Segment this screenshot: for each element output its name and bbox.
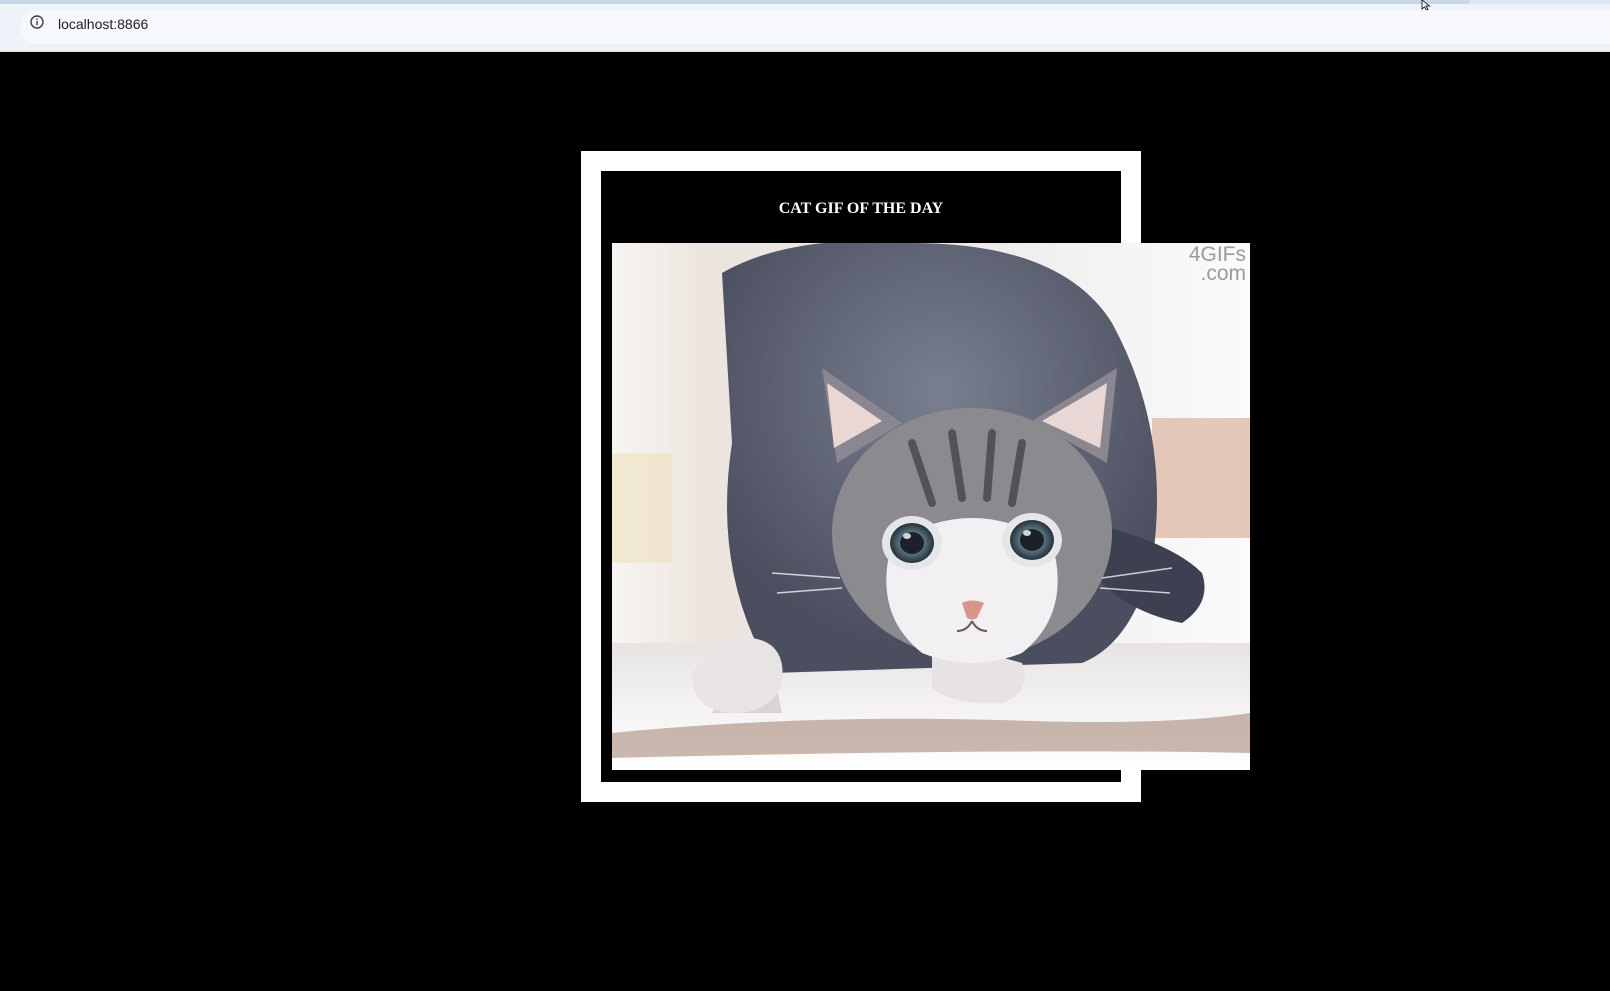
image-watermark: 4GIFs .com [1189, 244, 1246, 285]
cat-illustration [612, 243, 1250, 770]
watermark-line2: .com [1200, 262, 1246, 285]
info-circle-icon[interactable] [30, 15, 44, 29]
card-title: CAT GIF OF THE DAY [778, 200, 944, 217]
mouse-pointer-icon [1421, 0, 1431, 10]
url-text[interactable]: localhost:8866 [58, 16, 148, 32]
browser-address-bar: localhost:8866 [0, 4, 1610, 52]
cat-gif-image: 4GIFs .com [612, 243, 1250, 770]
omnibox[interactable] [20, 10, 1610, 44]
